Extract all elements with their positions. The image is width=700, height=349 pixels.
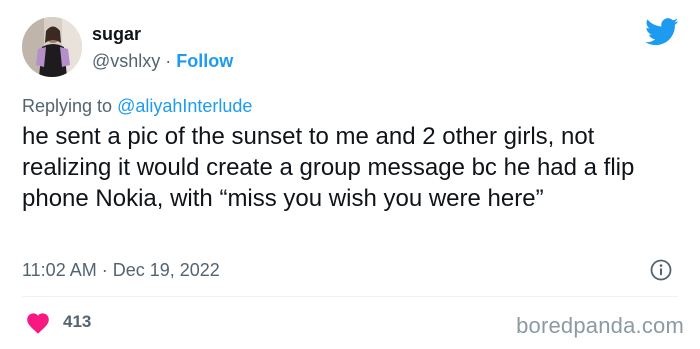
tweet-card: sugar @vshlxy · Follow Replying to @aliy…	[0, 0, 700, 349]
avatar-image	[22, 17, 82, 77]
timestamp-separator: ·	[96, 260, 113, 280]
heart-icon[interactable]	[26, 312, 50, 334]
twitter-bird-icon[interactable]	[645, 18, 679, 46]
author-handle[interactable]: @vshlxy	[92, 51, 160, 71]
follow-button[interactable]: Follow	[176, 51, 233, 71]
tweet-text: he sent a pic of the sunset to me and 2 …	[22, 123, 635, 212]
replying-to: Replying to @aliyahInterlude	[22, 96, 252, 117]
like-count: 413	[63, 312, 92, 331]
reply-mention-link[interactable]: @aliyahInterlude	[117, 96, 252, 116]
avatar[interactable]	[22, 17, 82, 77]
divider	[22, 296, 678, 297]
replying-prefix: Replying to	[22, 96, 118, 116]
author-name[interactable]: sugar	[92, 24, 141, 45]
handle-separator: ·	[160, 51, 177, 71]
tweet-time: 11:02 AM	[22, 260, 97, 280]
tweet-timestamp[interactable]: 11:02 AM · Dec 19, 2022	[22, 260, 220, 281]
watermark: boredpanda.com	[516, 313, 684, 338]
author-handle-row: @vshlxy · Follow	[92, 51, 233, 72]
tweet-date: Dec 19, 2022	[112, 260, 220, 280]
info-icon[interactable]	[650, 259, 672, 281]
